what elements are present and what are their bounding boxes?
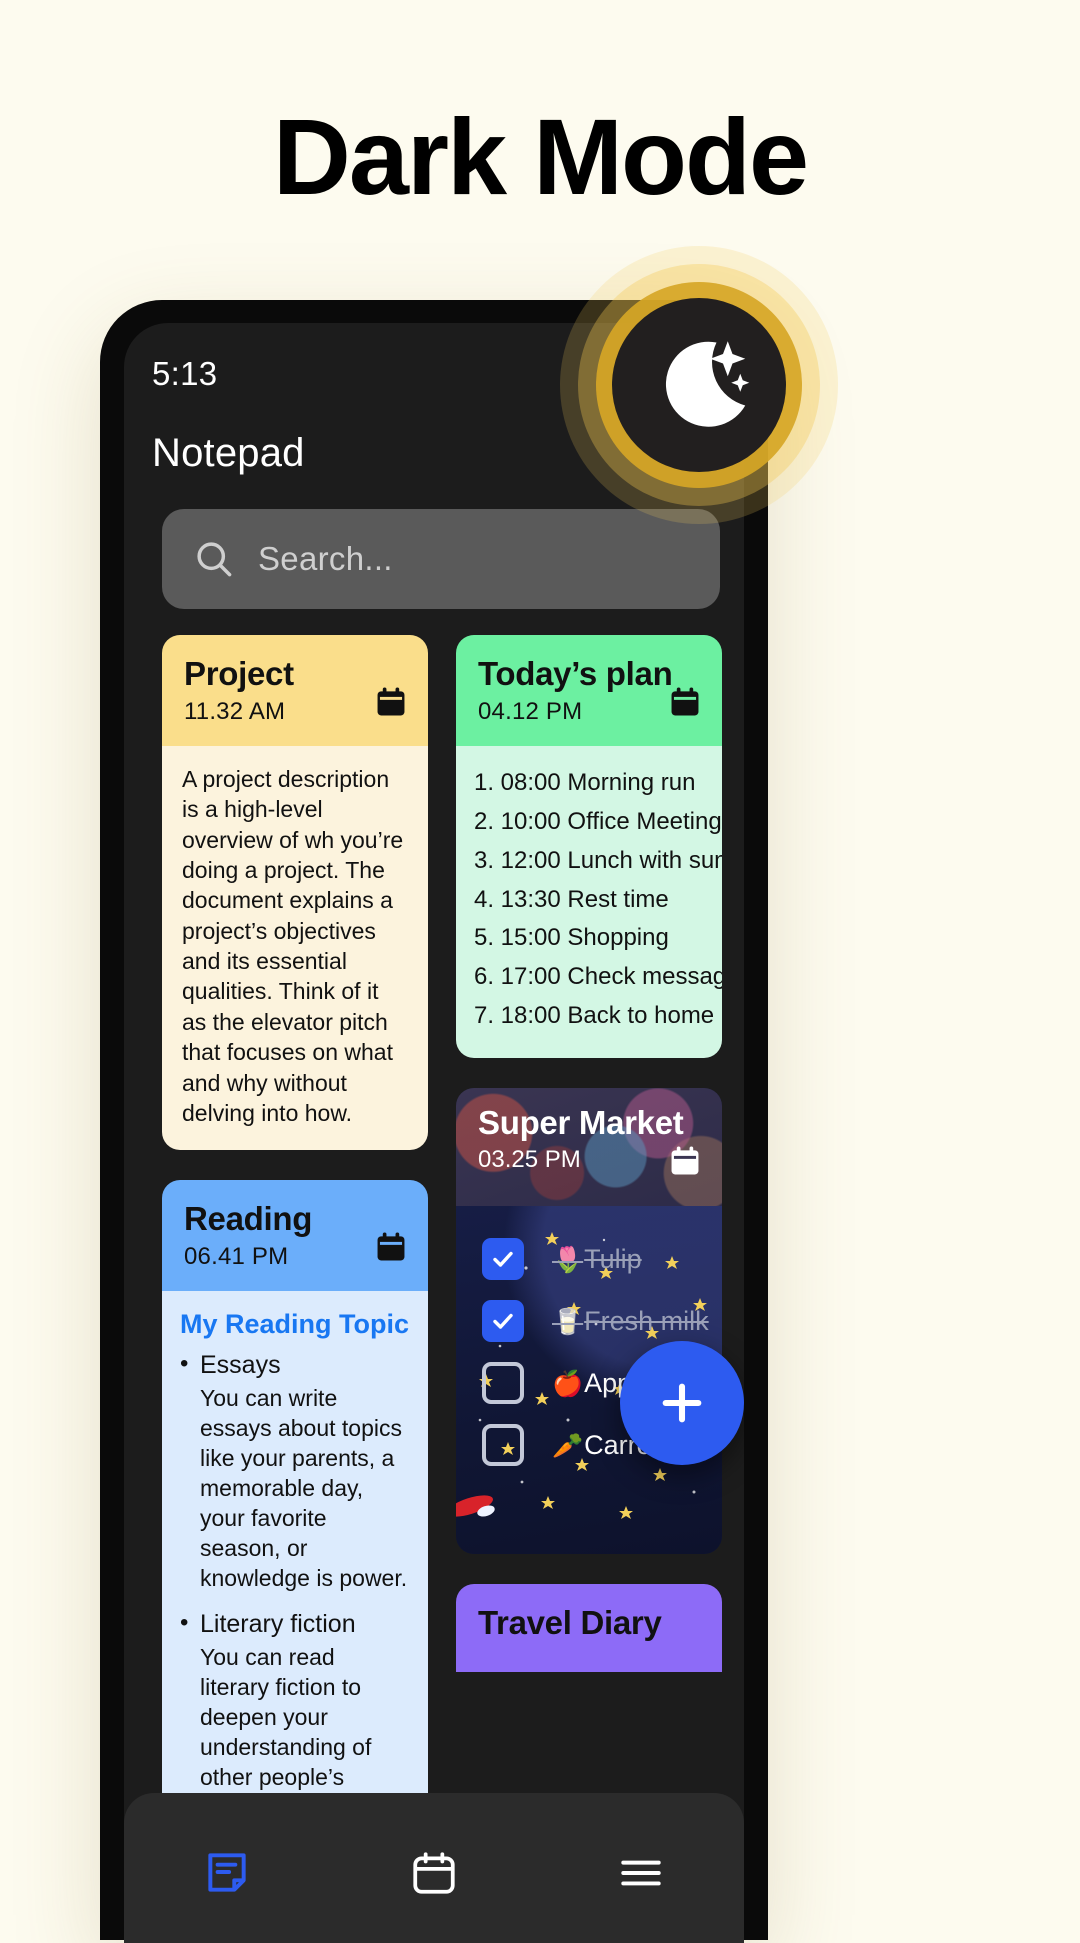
checklist-label: 🥛Fresh milk xyxy=(552,1305,709,1336)
reading-topic-list: • Essays You can write essays about topi… xyxy=(180,1350,410,1823)
note-time: 11.32 AM xyxy=(184,697,286,725)
bullet-icon: • xyxy=(180,1609,189,1637)
topic-label: Literary fiction xyxy=(200,1610,356,1639)
note-card-reading[interactable]: Reading 06.41 PM My Reading Topic • Essa… xyxy=(162,1180,428,1863)
menu-icon xyxy=(620,1860,661,1886)
calendar-icon xyxy=(668,685,702,724)
note-card-reading-header: Reading 06.41 PM xyxy=(162,1180,428,1292)
note-title: Travel Diary xyxy=(478,1604,662,1642)
carrot-emoji: 🥕 xyxy=(552,1431,584,1460)
nav-item-calendar[interactable] xyxy=(374,1828,494,1918)
checklist-item[interactable]: 🌷Tulip xyxy=(456,1228,722,1290)
reading-subtitle: My Reading Topic xyxy=(180,1309,410,1340)
note-card-todays-plan-header: Today’s plan 04.12 PM xyxy=(456,635,722,746)
note-title: Reading xyxy=(184,1200,313,1238)
note-time: 04.12 PM xyxy=(478,697,583,725)
note-title: Project xyxy=(184,655,294,692)
page-title: Dark Mode xyxy=(272,96,809,217)
checkbox-unchecked[interactable] xyxy=(482,1362,524,1405)
search-placeholder: Search... xyxy=(258,540,393,577)
note-time: 03.25 PM xyxy=(478,1146,581,1174)
list-item: 7. 18:00 Back to home xyxy=(474,1002,715,1030)
note-card-travel-diary-header: Travel Diary xyxy=(456,1584,722,1672)
list-item: • Essays You can write essays about topi… xyxy=(180,1350,410,1593)
moon-stars-icon xyxy=(665,341,750,427)
bullet-icon: • xyxy=(180,1350,189,1378)
add-note-fab[interactable] xyxy=(620,1341,744,1465)
note-card-todays-plan[interactable]: Today’s plan 04.12 PM 1. 08:00 Morning r… xyxy=(456,635,722,1059)
app-title: Notepad xyxy=(152,431,305,475)
list-item: 3. 12:00 Lunch with sumil xyxy=(474,846,722,874)
notes-column-right: Today’s plan 04.12 PM 1. 08:00 Morning r… xyxy=(456,635,722,1673)
checkbox-checked[interactable] xyxy=(482,1238,524,1281)
milk-emoji: 🥛 xyxy=(552,1307,584,1336)
bottom-nav xyxy=(124,1793,744,1943)
apple-emoji: 🍎 xyxy=(552,1369,584,1398)
topic-label: Essays xyxy=(200,1351,281,1380)
checklist-label: 🌷Tulip xyxy=(552,1243,642,1274)
moon-badge[interactable] xyxy=(612,298,786,472)
note-title: Super Market xyxy=(478,1104,684,1142)
note-card-project-header: Project 11.32 AM xyxy=(162,635,428,746)
note-card-project-body: A project description is a high-level ov… xyxy=(162,745,428,1151)
tulip-emoji: 🌷 xyxy=(552,1245,584,1274)
calendar-icon xyxy=(668,1144,702,1183)
calendar-icon xyxy=(374,1230,408,1269)
status-bar-time: 5:13 xyxy=(152,355,218,392)
notes-column-left: Project 11.32 AM A project description i… xyxy=(162,635,428,1893)
list-item: 6. 17:00 Check messages xyxy=(474,963,722,991)
calendar-icon xyxy=(374,685,408,724)
list-item: 5. 15:00 Shopping xyxy=(474,924,669,952)
search-icon xyxy=(192,537,236,581)
note-body-text: A project description is a high-level ov… xyxy=(182,765,404,1126)
note-card-super-market[interactable]: Super Market 03.25 PM 🌷Tulip 🥛Fresh milk… xyxy=(456,1088,722,1555)
list-item: 2. 10:00 Office Meeting xyxy=(474,807,722,835)
note-time: 06.41 PM xyxy=(184,1243,289,1271)
notes-icon xyxy=(208,1853,246,1892)
dark-mode-toggle[interactable] xyxy=(560,246,838,524)
list-item: • Literary fiction You can read literary… xyxy=(180,1609,410,1822)
search-input[interactable]: Search... xyxy=(162,509,720,609)
nav-item-notes[interactable] xyxy=(167,1828,287,1918)
plan-list: 1. 08:00 Morning run 2. 10:00 Office Mee… xyxy=(474,764,722,1036)
plus-icon xyxy=(662,1383,702,1423)
note-card-todays-plan-body: 1. 08:00 Morning run 2. 10:00 Office Mee… xyxy=(456,745,722,1059)
checkbox-checked[interactable] xyxy=(482,1300,524,1343)
note-title: Today’s plan xyxy=(478,655,673,692)
note-card-super-market-header: Super Market 03.25 PM xyxy=(456,1088,722,1207)
note-card-project[interactable]: Project 11.32 AM A project description i… xyxy=(162,635,428,1151)
calendar-icon xyxy=(413,1852,455,1894)
checkbox-unchecked[interactable] xyxy=(482,1424,524,1467)
topic-desc: You can write essays about topics like y… xyxy=(200,1385,408,1591)
phone-screen: 5:13 Notepad Search... Project 11.32 AM xyxy=(124,323,744,1943)
list-item: 4. 13:30 Rest time xyxy=(474,885,669,913)
list-item: 1. 08:00 Morning run xyxy=(474,768,696,796)
note-card-travel-diary[interactable]: Travel Diary xyxy=(456,1584,722,1673)
note-card-reading-body: My Reading Topic • Essays You can write … xyxy=(162,1291,428,1863)
nav-item-menu[interactable] xyxy=(581,1828,701,1918)
